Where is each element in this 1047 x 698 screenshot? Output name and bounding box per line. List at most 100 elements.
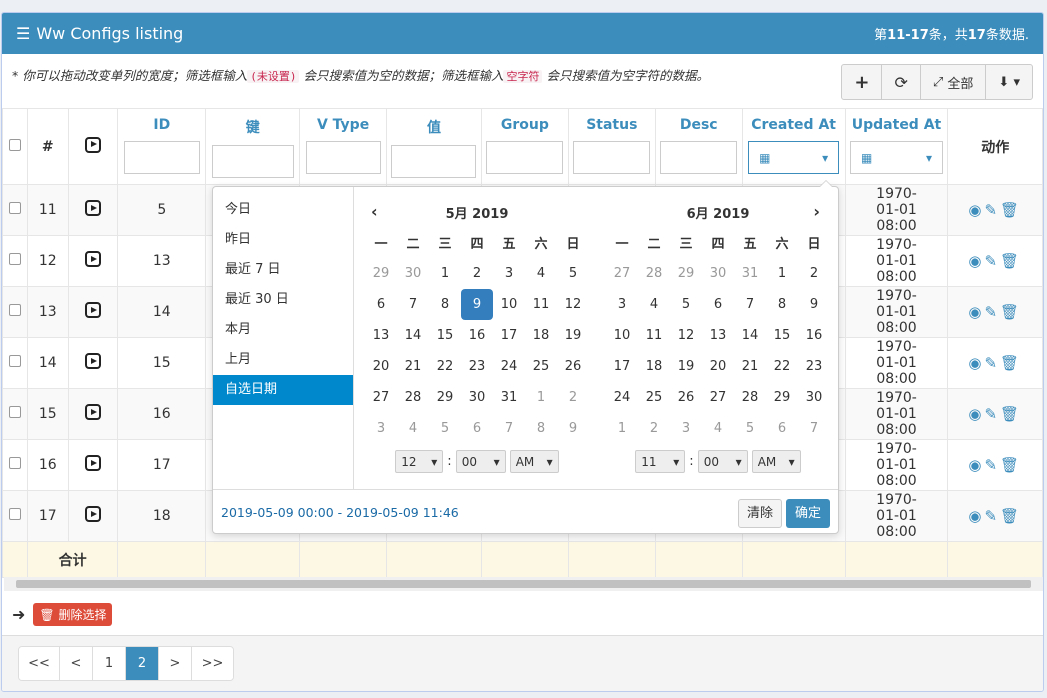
hour-select-right[interactable]: 11 ▾: [635, 450, 686, 473]
calendar-day[interactable]: 10: [606, 320, 638, 351]
calendar-day[interactable]: 23: [461, 351, 493, 382]
fullscreen-button[interactable]: ⤢ 全部: [921, 65, 987, 99]
calendar-day[interactable]: 4: [702, 413, 734, 444]
calendar-day[interactable]: 9: [798, 289, 830, 320]
range-last-30[interactable]: 最近 30 日: [213, 285, 353, 315]
calendar-day[interactable]: 4: [638, 289, 670, 320]
calendar-day[interactable]: 28: [397, 382, 429, 413]
calendar-day[interactable]: 7: [798, 413, 830, 444]
hour-select-left[interactable]: 12 ▾: [395, 450, 444, 473]
calendar-day[interactable]: 18: [638, 351, 670, 382]
calendar-day[interactable]: 2: [798, 258, 830, 289]
edit-icon[interactable]: ✎: [984, 354, 1000, 372]
calendar-day[interactable]: 21: [397, 351, 429, 382]
ampm-select-right[interactable]: AM ▾: [751, 450, 801, 473]
col-status[interactable]: Status: [567, 108, 656, 185]
calendar-day[interactable]: 2: [638, 413, 670, 444]
calendar-day[interactable]: 15: [766, 320, 798, 351]
trash-icon[interactable]: 🗑: [1000, 507, 1022, 525]
clear-button[interactable]: 清除: [738, 499, 783, 528]
calendar-day[interactable]: 30: [798, 382, 830, 413]
calendar-day[interactable]: 26: [670, 382, 702, 413]
view-icon[interactable]: ◉: [968, 252, 984, 270]
calendar-day[interactable]: 2: [461, 258, 493, 289]
calendar-day[interactable]: 20: [702, 351, 734, 382]
calendar-day[interactable]: 3: [670, 413, 702, 444]
calendar-day[interactable]: 8: [429, 289, 461, 320]
col-group[interactable]: Group: [480, 108, 569, 185]
calendar-day[interactable]: 31: [734, 258, 766, 289]
calendar-day[interactable]: 8: [525, 413, 557, 444]
calendar-day[interactable]: 12: [670, 320, 702, 351]
filter-updated-at[interactable]: ▦ ▾: [850, 141, 943, 174]
calendar-day[interactable]: 14: [734, 320, 766, 351]
col-id[interactable]: ID: [117, 108, 207, 185]
range-last-month[interactable]: 上月: [213, 345, 353, 375]
row-checkbox[interactable]: [8, 508, 21, 520]
calendar-day[interactable]: 27: [606, 258, 638, 289]
page-next[interactable]: >: [159, 647, 192, 680]
edit-icon[interactable]: ✎: [984, 456, 1000, 474]
calendar-day[interactable]: 14: [397, 320, 429, 351]
calendar-day[interactable]: 29: [429, 382, 461, 413]
calendar-day[interactable]: 19: [557, 320, 589, 351]
edit-icon[interactable]: ✎: [984, 252, 1000, 270]
calendar-day[interactable]: 18: [525, 320, 557, 351]
minute-select-left[interactable]: 00 ▾: [455, 450, 506, 473]
calendar-day[interactable]: 1: [606, 413, 638, 444]
view-icon[interactable]: ◉: [968, 354, 984, 372]
range-yesterday[interactable]: 昨日: [213, 225, 353, 255]
view-icon[interactable]: ◉: [968, 405, 984, 423]
add-button[interactable]: +: [842, 65, 883, 99]
calendar-day[interactable]: 11: [525, 289, 557, 320]
calendar-day[interactable]: 3: [365, 413, 397, 444]
calendar-day[interactable]: 1: [525, 382, 557, 413]
trash-icon[interactable]: 🗑: [1000, 405, 1022, 423]
calendar-day[interactable]: 17: [606, 351, 638, 382]
calendar-day[interactable]: 6: [365, 289, 397, 320]
calendar-day[interactable]: 19: [670, 351, 702, 382]
select-all-checkbox[interactable]: [8, 138, 21, 151]
calendar-day[interactable]: 5: [429, 413, 461, 444]
play-icon[interactable]: [85, 353, 102, 369]
calendar-day[interactable]: 22: [429, 351, 461, 382]
page-2[interactable]: 2: [126, 647, 159, 680]
calendar-day[interactable]: 10: [493, 289, 525, 320]
calendar-day[interactable]: 20: [365, 351, 397, 382]
calendar-day[interactable]: 26: [557, 351, 589, 382]
refresh-button[interactable]: ⟳: [882, 65, 921, 99]
calendar-day[interactable]: 8: [766, 289, 798, 320]
row-checkbox[interactable]: [8, 304, 21, 316]
play-icon[interactable]: [85, 506, 102, 522]
calendar-day[interactable]: 25: [525, 351, 557, 382]
row-checkbox[interactable]: [8, 406, 21, 418]
calendar-day[interactable]: 23: [798, 351, 830, 382]
play-icon[interactable]: [85, 302, 102, 318]
trash-icon[interactable]: 🗑: [1000, 201, 1022, 219]
calendar-day[interactable]: 25: [638, 382, 670, 413]
col-updated-at[interactable]: Updated At ▦ ▾: [844, 108, 949, 185]
filter-group[interactable]: [486, 141, 564, 174]
ampm-select-left[interactable]: AM ▾: [509, 450, 559, 473]
calendar-day[interactable]: 1: [766, 258, 798, 289]
calendar-day[interactable]: 4: [525, 258, 557, 289]
calendar-day[interactable]: 9: [461, 289, 493, 320]
trash-icon[interactable]: 🗑: [1000, 252, 1022, 270]
calendar-day[interactable]: 7: [734, 289, 766, 320]
edit-icon[interactable]: ✎: [984, 201, 1000, 219]
calendar-day[interactable]: 24: [493, 351, 525, 382]
calendar-day[interactable]: 3: [493, 258, 525, 289]
col-key[interactable]: 键: [205, 108, 301, 185]
range-custom[interactable]: 自选日期: [213, 375, 353, 405]
delete-selected-button[interactable]: 🗑 删除选择: [33, 603, 113, 626]
page-prev[interactable]: <: [60, 647, 93, 680]
play-icon[interactable]: [85, 200, 102, 216]
row-checkbox[interactable]: [8, 202, 21, 214]
edit-icon[interactable]: ✎: [984, 507, 1000, 525]
scrollbar-thumb[interactable]: [16, 580, 1031, 588]
calendar-day[interactable]: 30: [397, 258, 429, 289]
trash-icon[interactable]: 🗑: [1000, 303, 1022, 321]
calendar-day[interactable]: 30: [461, 382, 493, 413]
filter-desc[interactable]: [660, 141, 738, 174]
row-checkbox[interactable]: [8, 355, 21, 367]
